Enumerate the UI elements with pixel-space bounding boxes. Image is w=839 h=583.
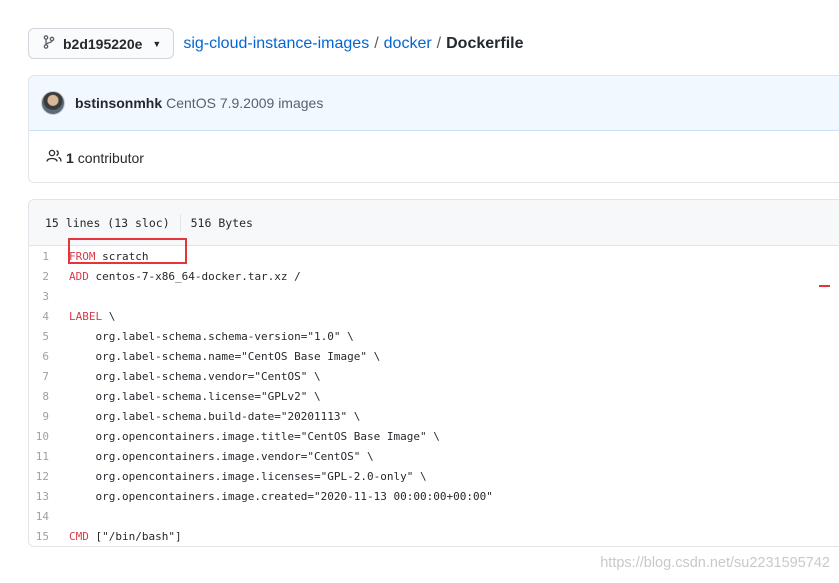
code-text: CMD ["/bin/bash"]	[69, 530, 182, 543]
code-text: org.opencontainers.image.licenses="GPL-2…	[69, 469, 427, 483]
code-content: org.opencontainers.image.title="CentOS B…	[69, 429, 440, 443]
code-text: org.label-schema.name="CentOS Base Image…	[69, 350, 380, 363]
line-number[interactable]: 13	[29, 490, 69, 503]
line-number[interactable]: 10	[29, 430, 69, 443]
code-line: 12 org.opencontainers.image.licenses="GP…	[29, 466, 839, 486]
annotation-mark	[819, 285, 830, 287]
commit-info-box: bstinsonmhk CentOS 7.9.2009 images 1 con…	[28, 75, 839, 183]
code-keyword: CMD	[69, 529, 89, 543]
annotation-highlight-box	[68, 238, 187, 264]
top-bar: b2d195220e ▼ sig-cloud-instance-images /…	[28, 27, 524, 60]
breadcrumb-separator: /	[374, 34, 379, 52]
code-content: centos-7-x86_64-docker.tar.xz /	[88, 269, 301, 283]
code-text: org.opencontainers.image.title="CentOS B…	[69, 429, 440, 443]
code-content: org.label-schema.vendor="CentOS" \	[69, 369, 321, 383]
line-number[interactable]: 3	[29, 290, 69, 303]
chevron-down-icon: ▼	[152, 38, 162, 49]
breadcrumb-current-file: Dockerfile	[446, 34, 524, 52]
breadcrumb-repo-link[interactable]: sig-cloud-instance-images	[183, 35, 369, 53]
people-icon	[46, 149, 62, 166]
code-content: org.label-schema.schema-version="1.0" \	[69, 329, 354, 343]
branch-name: b2d195220e	[63, 35, 143, 52]
code-line: 2 ADD centos-7-x86_64-docker.tar.xz /	[29, 266, 839, 286]
code-text: LABEL \	[69, 310, 115, 323]
code-line: 5 org.label-schema.schema-version="1.0" …	[29, 326, 839, 346]
header-divider	[179, 213, 181, 232]
code-line: 4 LABEL \	[29, 306, 839, 326]
branch-selector-button[interactable]: b2d195220e ▼	[28, 28, 175, 59]
code-line: 6 org.label-schema.name="CentOS Base Ima…	[29, 346, 839, 366]
line-number[interactable]: 6	[29, 350, 69, 363]
contributors-row[interactable]: 1 contributor	[29, 131, 839, 182]
code-line: 14	[29, 506, 839, 526]
code-table: 1 FROM scratch 2 ADD centos-7-x86_64-docker…	[29, 246, 839, 546]
contributor-count: 1	[66, 149, 74, 166]
line-number[interactable]: 7	[29, 370, 69, 383]
line-number[interactable]: 1	[29, 250, 69, 263]
code-content: \	[102, 309, 116, 323]
line-number[interactable]: 9	[29, 410, 69, 423]
code-text: org.opencontainers.image.created="2020-1…	[69, 489, 493, 503]
code-content: ["/bin/bash"]	[88, 529, 182, 543]
line-number[interactable]: 8	[29, 390, 69, 403]
code-content: org.opencontainers.image.created="2020-1…	[69, 489, 493, 503]
code-line: 3	[29, 286, 839, 306]
line-number[interactable]: 2	[29, 270, 69, 283]
code-text: org.opencontainers.image.vendor="CentOS"…	[69, 449, 374, 463]
commit-message-link[interactable]: CentOS 7.9.2009 images	[166, 95, 323, 111]
breadcrumb-folder-link[interactable]: docker	[384, 35, 432, 53]
code-content: org.label-schema.license="GPLv2" \	[69, 389, 321, 403]
code-line: 8 org.label-schema.license="GPLv2" \	[29, 386, 839, 406]
breadcrumb: sig-cloud-instance-images / docker / Doc…	[183, 35, 523, 53]
code-keyword: ADD	[69, 269, 89, 283]
code-content: org.label-schema.build-date="20201113" \	[69, 409, 361, 423]
code-content: org.label-schema.name="CentOS Base Image…	[69, 349, 381, 363]
code-text: org.label-schema.schema-version="1.0" \	[69, 329, 354, 343]
line-number[interactable]: 11	[29, 450, 69, 463]
code-text: org.label-schema.license="GPLv2" \	[69, 389, 321, 403]
code-line: 9 org.label-schema.build-date="20201113"…	[29, 406, 839, 426]
avatar[interactable]	[41, 91, 65, 115]
line-number[interactable]: 12	[29, 470, 69, 483]
watermark: https://blog.csdn.net/su2231595742	[600, 555, 830, 571]
code-content: org.opencontainers.image.licenses="GPL-2…	[69, 469, 427, 483]
breadcrumb-separator: /	[436, 34, 442, 52]
code-line: 7 org.label-schema.vendor="CentOS" \	[29, 366, 839, 386]
code-text: ADD centos-7-x86_64-docker.tar.xz /	[69, 270, 301, 283]
code-keyword: LABEL	[69, 309, 103, 323]
line-number[interactable]: 5	[29, 330, 69, 343]
code-text: org.label-schema.build-date="20201113" \	[69, 410, 360, 423]
code-line: 15 CMD ["/bin/bash"]	[29, 526, 839, 546]
line-number[interactable]: 4	[29, 310, 69, 323]
commit-author-link[interactable]: bstinsonmhk	[75, 95, 162, 111]
code-text: org.label-schema.vendor="CentOS" \	[69, 369, 321, 383]
line-number[interactable]: 15	[29, 530, 69, 543]
code-content: org.opencontainers.image.vendor="CentOS"…	[69, 449, 374, 463]
code-line: 11 org.opencontainers.image.vendor="Cent…	[29, 446, 839, 466]
contributor-label: contributor	[77, 149, 144, 166]
code-line: 13 org.opencontainers.image.created="202…	[29, 486, 839, 506]
git-branch-icon	[43, 35, 55, 52]
file-size: 516 Bytes	[190, 215, 253, 230]
code-line: 10 org.opencontainers.image.title="CentO…	[29, 426, 839, 446]
latest-commit-row: bstinsonmhk CentOS 7.9.2009 images	[29, 76, 839, 131]
line-number[interactable]: 14	[29, 510, 69, 523]
file-line-count: 15 lines (13 sloc)	[45, 215, 170, 230]
